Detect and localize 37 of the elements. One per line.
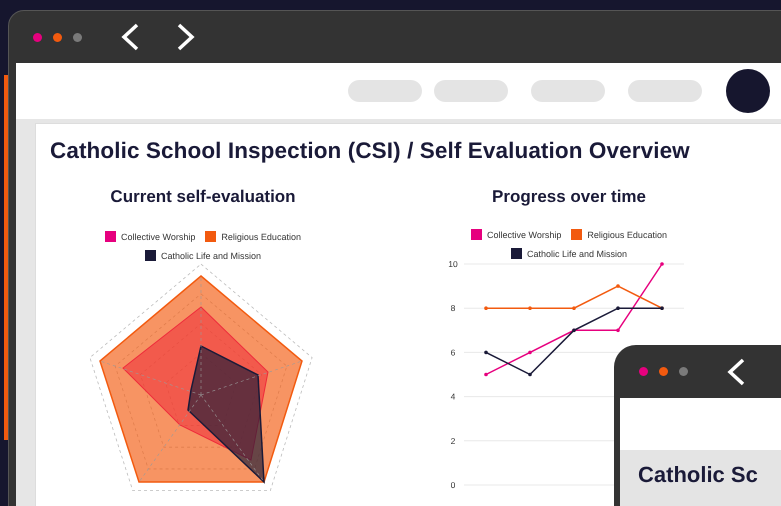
point: [616, 284, 620, 288]
forward-icon[interactable]: [175, 22, 197, 52]
point: [528, 350, 532, 354]
y-tick-label: 8: [450, 303, 456, 314]
minimize-dot-icon[interactable]: [53, 32, 62, 42]
minimize-dot-icon[interactable]: [659, 367, 668, 376]
y-tick-label: 4: [450, 392, 456, 402]
avatar-icon[interactable]: [726, 69, 770, 113]
legend-item: Collective Worship: [471, 229, 562, 240]
point: [484, 372, 488, 376]
legend-item: Catholic Life and Mission: [510, 248, 628, 259]
point: [660, 262, 664, 266]
zoom-dot-icon[interactable]: [679, 367, 688, 376]
back-icon[interactable]: [725, 356, 747, 386]
point: [616, 328, 620, 332]
back-icon[interactable]: [119, 22, 141, 52]
y-tick-label: 10: [448, 259, 458, 269]
chart-title: Current self-evaluation: [110, 187, 296, 207]
close-dot-icon[interactable]: [639, 367, 648, 376]
point: [528, 306, 532, 310]
point: [528, 372, 532, 376]
page-title: Catholic Sc: [638, 462, 759, 488]
close-dot-icon[interactable]: [33, 32, 42, 42]
y-tick-label: 2: [450, 436, 456, 446]
chart-title: Progress over time: [492, 187, 646, 207]
point: [616, 306, 620, 310]
legend-item: Catholic Life and Mission: [144, 250, 262, 261]
page-title: Catholic School Inspection (CSI) / Self Evaluation Overview: [49, 137, 691, 164]
zoom-dot-icon[interactable]: [73, 32, 82, 42]
y-tick-label: 0: [450, 480, 456, 490]
point: [484, 350, 488, 354]
legend-item: Collective Worship: [105, 231, 196, 242]
legend-item: Religious Education: [205, 231, 301, 242]
point: [572, 306, 576, 310]
y-tick-label: 6: [450, 347, 456, 358]
point: [484, 306, 488, 310]
legend-item: Religious Education: [571, 229, 667, 240]
